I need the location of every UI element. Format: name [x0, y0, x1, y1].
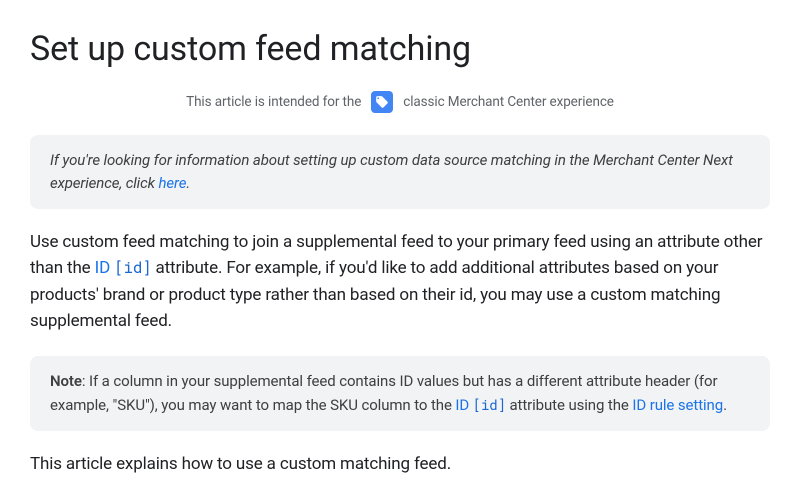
- note-id-link[interactable]: ID [id]: [455, 396, 505, 414]
- id-rule-setting-link[interactable]: ID rule setting: [632, 396, 723, 414]
- note-period: .: [723, 396, 727, 414]
- notice-period: .: [186, 174, 190, 192]
- next-experience-notice: If you're looking for information about …: [30, 135, 770, 210]
- notice-text: If you're looking for information about …: [50, 151, 733, 192]
- notice-here-link[interactable]: here: [158, 174, 186, 192]
- note-box: Note: If a column in your supplemental f…: [30, 356, 770, 431]
- intended-for-bar: This article is intended for the classic…: [30, 91, 770, 113]
- price-tag-icon: [371, 91, 393, 113]
- note-id-code: [id]: [473, 395, 506, 414]
- note-text2: attribute using the: [506, 396, 633, 414]
- page-title: Set up custom feed matching: [30, 28, 770, 71]
- intended-for-prefix: This article is intended for the: [186, 94, 361, 110]
- note-label: Note: [50, 372, 82, 390]
- outro-paragraph: This article explains how to use a custo…: [30, 451, 770, 477]
- id-code: [id]: [114, 257, 151, 278]
- id-attribute-link[interactable]: ID [id]: [95, 258, 152, 278]
- intended-for-suffix: classic Merchant Center experience: [403, 94, 614, 110]
- intro-paragraph: Use custom feed matching to join a suppl…: [30, 229, 770, 334]
